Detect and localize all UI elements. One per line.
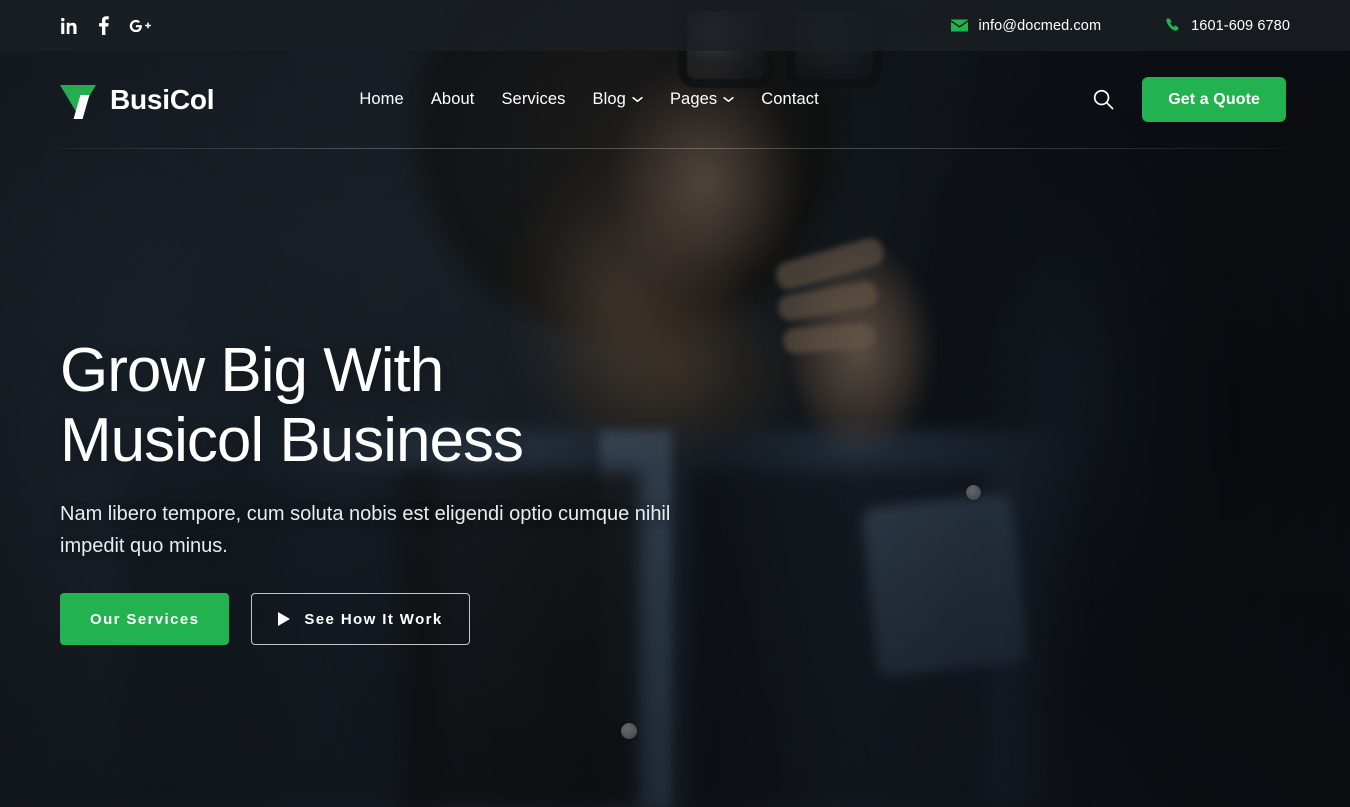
nav-label: Services — [501, 90, 566, 108]
nav-item-blog[interactable]: Blog — [593, 90, 643, 109]
header-actions: Get a Quote — [1092, 77, 1286, 122]
hero-subtitle: Nam libero tempore, cum soluta nobis est… — [60, 503, 671, 557]
nav-item-pages[interactable]: Pages — [670, 90, 734, 109]
nav-label: Home — [359, 90, 404, 108]
facebook-icon[interactable] — [94, 16, 112, 35]
get-a-quote-button[interactable]: Get a Quote — [1142, 77, 1286, 122]
main-navigation: Home About Services Blog Pages Contact — [359, 90, 818, 109]
topbar-contact-info: info@docmed.com 1601-609 6780 — [950, 17, 1290, 34]
nav-label: About — [430, 90, 475, 108]
hero-title-line2: Musicol Business — [60, 406, 524, 475]
brand-name: BusiCol — [110, 83, 215, 115]
hero-buttons: Our Services See How It Work — [60, 593, 820, 645]
google-plus-icon[interactable] — [128, 17, 152, 35]
brand-logo-link[interactable]: BusiCol — [60, 82, 215, 119]
top-bar: info@docmed.com 1601-609 6780 — [0, 0, 1350, 51]
see-how-it-work-button[interactable]: See How It Work — [251, 593, 470, 645]
triangle-logo-icon — [60, 82, 96, 119]
chevron-down-icon — [632, 96, 643, 103]
nav-item-about[interactable]: About — [431, 90, 475, 109]
topbar-email-text: info@docmed.com — [978, 17, 1102, 34]
hero-title-line1: Grow Big With — [60, 336, 444, 405]
social-links — [60, 16, 152, 35]
page-title: Grow Big With Musicol Business — [60, 336, 820, 476]
envelope-icon — [950, 19, 968, 32]
header-divider — [60, 148, 1286, 149]
topbar-phone[interactable]: 1601-609 6780 — [1165, 18, 1290, 34]
linkedin-icon[interactable] — [60, 17, 78, 35]
play-icon — [278, 612, 291, 626]
nav-item-contact[interactable]: Contact — [761, 90, 819, 109]
topbar-phone-text: 1601-609 6780 — [1191, 17, 1290, 34]
site-header: BusiCol Home About Services Blog Pages C… — [0, 51, 1350, 148]
page-stage: info@docmed.com 1601-609 6780 BusiCol Ho… — [0, 0, 1350, 807]
search-icon[interactable] — [1092, 89, 1114, 111]
chevron-down-icon — [723, 96, 734, 103]
phone-icon — [1165, 18, 1180, 33]
nav-item-services[interactable]: Services — [501, 90, 565, 109]
nav-label: Contact — [761, 90, 819, 108]
topbar-email[interactable]: info@docmed.com — [950, 17, 1102, 34]
see-how-it-work-label: See How It Work — [304, 610, 443, 628]
hero-section: Grow Big With Musicol Business Nam liber… — [60, 336, 820, 645]
our-services-button[interactable]: Our Services — [60, 593, 230, 645]
nav-label: Blog — [592, 90, 626, 108]
nav-item-home[interactable]: Home — [359, 90, 403, 109]
nav-label: Pages — [669, 90, 718, 108]
